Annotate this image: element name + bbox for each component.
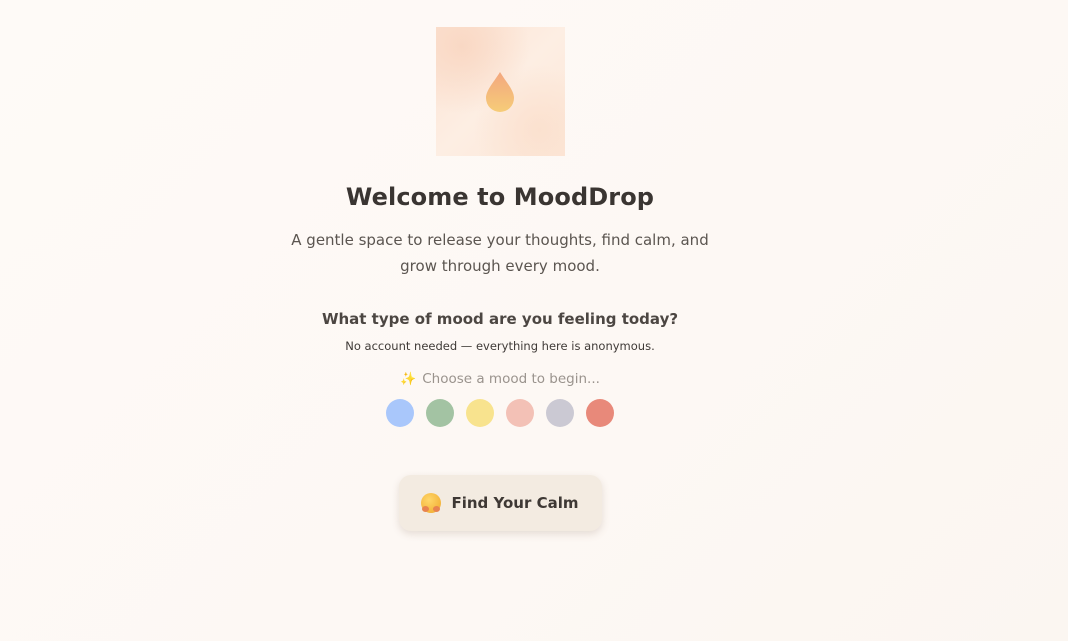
hugging-face-icon [421, 493, 442, 513]
mood-prompt: ✨ Choose a mood to begin... [400, 371, 600, 387]
water-drop-icon [484, 70, 516, 114]
mood-option-blue[interactable] [386, 399, 414, 427]
find-your-calm-label: Find Your Calm [451, 494, 579, 512]
find-your-calm-button[interactable]: Find Your Calm [398, 475, 602, 531]
welcome-screen: Welcome to MoodDrop A gentle space to re… [0, 0, 1000, 641]
page-title: Welcome to MoodDrop [345, 183, 655, 211]
mood-option-yellow[interactable] [466, 399, 494, 427]
mood-option-red[interactable] [586, 399, 614, 427]
mood-prompt-text: Choose a mood to begin... [422, 371, 600, 387]
anonymity-note: No account needed — everything here is a… [345, 339, 655, 353]
hero-image [435, 27, 565, 156]
sparkles-icon: ✨ [400, 371, 417, 387]
page-subtitle: A gentle space to release your thoughts,… [291, 231, 709, 275]
mood-picker [386, 399, 614, 427]
mood-option-peach[interactable] [506, 399, 534, 427]
mood-question: What type of mood are you feeling today? [321, 310, 679, 328]
mood-option-green[interactable] [426, 399, 454, 427]
mood-option-gray[interactable] [546, 399, 574, 427]
